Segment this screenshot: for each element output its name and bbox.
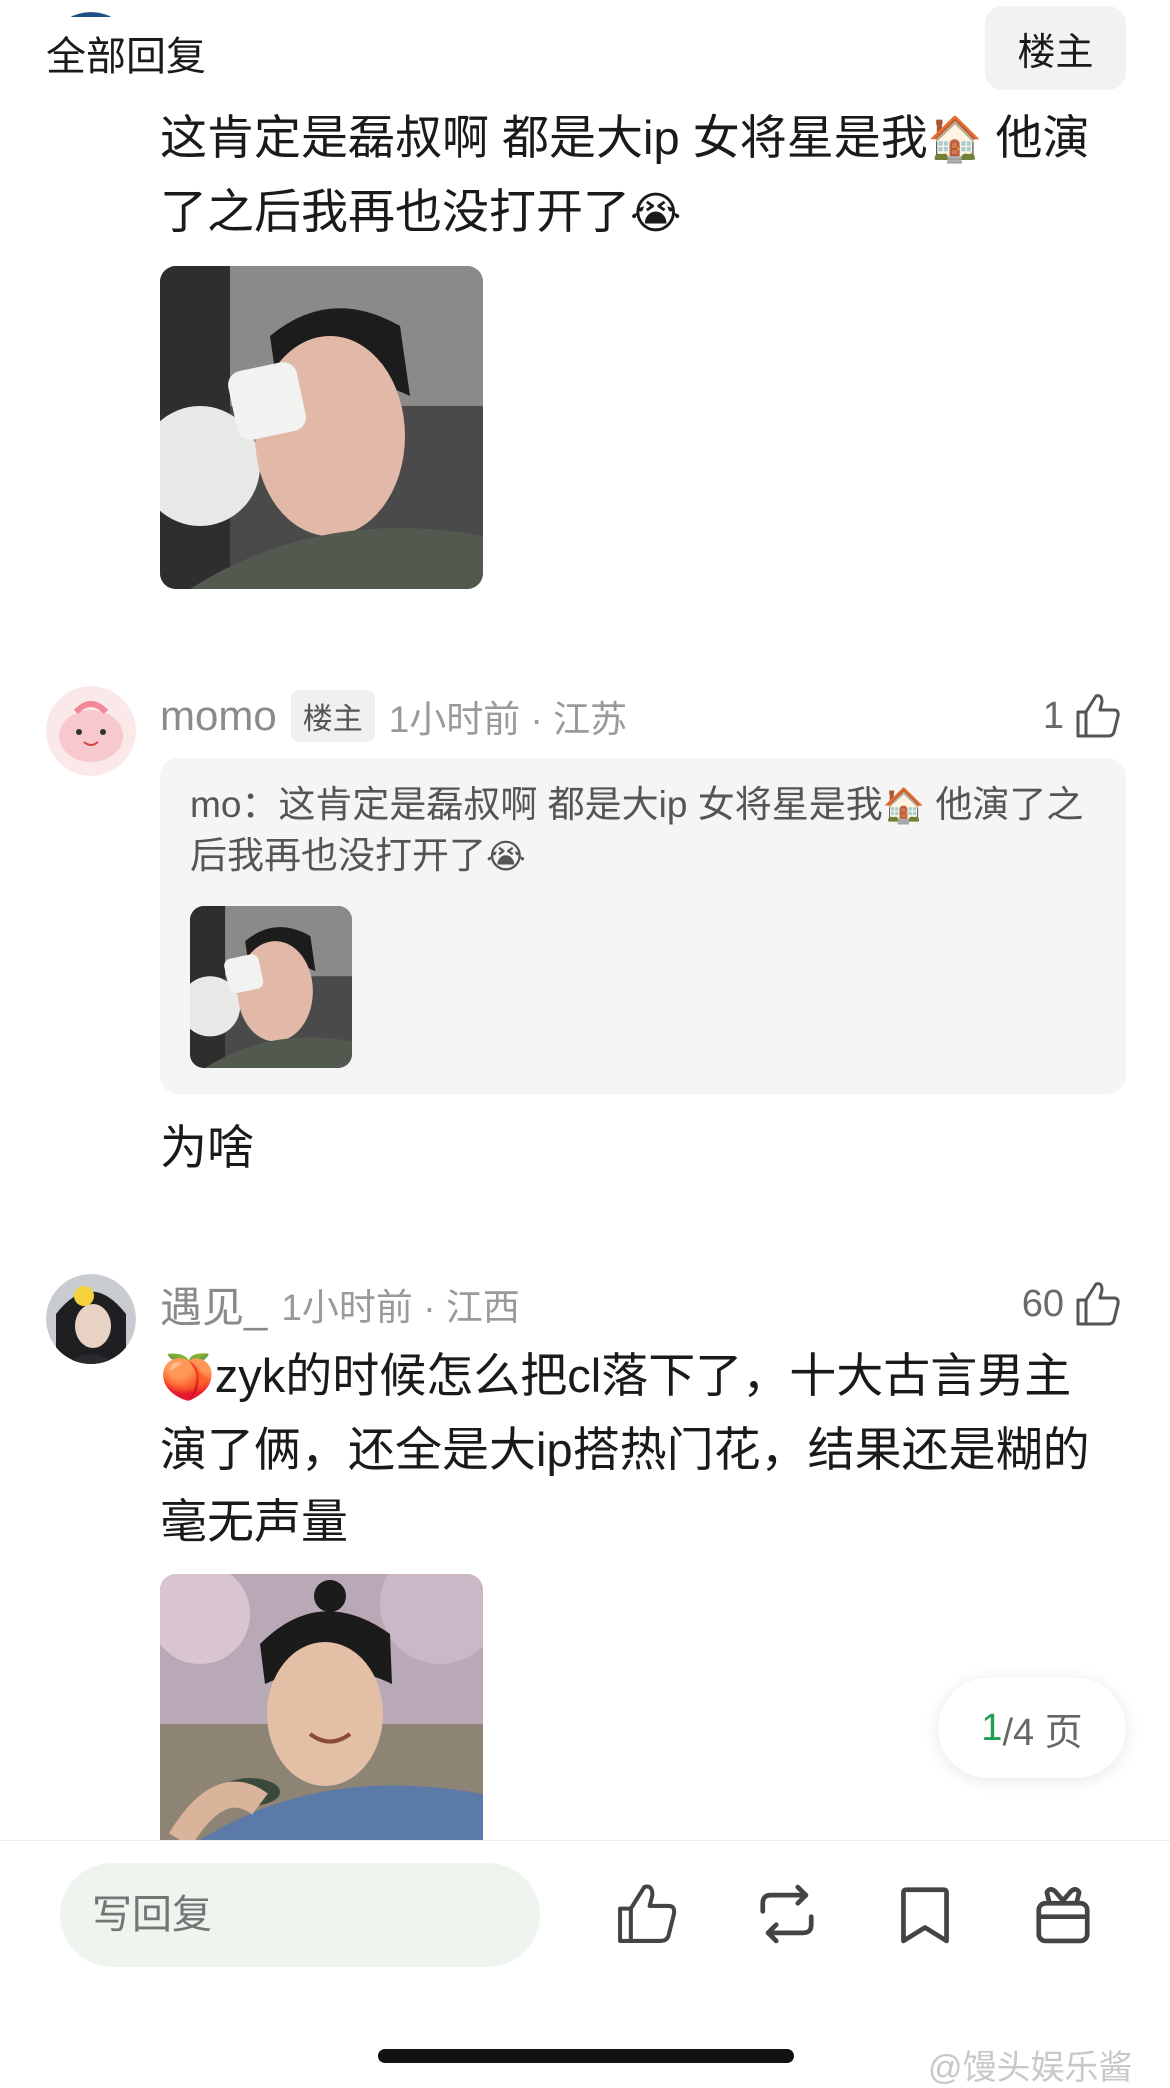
peach-emoji: 🍑 — [160, 1352, 215, 1403]
avatar[interactable] — [46, 686, 136, 776]
thumbs-up-icon — [1076, 1282, 1120, 1326]
watermark: @馒头娱乐酱 — [928, 2049, 1133, 2087]
crying-emoji: 😭 — [630, 188, 682, 239]
like-button[interactable]: 1 — [1043, 686, 1124, 746]
page-total: /4 页 — [1002, 1711, 1083, 1754]
current-page: 1 — [981, 1706, 1003, 1749]
comment-meta: 遇见_ 1小时前 · 江西 — [160, 1274, 520, 1334]
house-emoji: 🏠 — [927, 114, 983, 165]
like-button[interactable]: 60 — [1022, 1274, 1124, 1334]
like-count: 1 — [1042, 694, 1064, 737]
comment-meta: momo 楼主 1小时前 · 江苏 — [160, 686, 627, 746]
comment-text: 这肯定是磊叔啊 都是大ip 女将星是我🏠 他演了之后我再也没打开了😭 — [160, 111, 1090, 239]
header: 全部回复 楼主 — [0, 0, 1170, 100]
time-location: 1小时前 · 江苏 — [388, 699, 628, 740]
comment-text: 为啥 — [160, 1121, 254, 1174]
username[interactable]: 遇见_ — [160, 1274, 267, 1335]
comment-text: 🍑zyk的时候怎么把cl落下了，十大古言男主演了俩，还全是大ip搭热门花，结果还… — [160, 1349, 1090, 1548]
op-badge: 楼主 — [290, 690, 375, 742]
gift-button[interactable] — [1028, 1879, 1098, 1949]
like-post-button[interactable] — [612, 1879, 682, 1949]
thumbs-up-icon — [1076, 694, 1120, 738]
quoted-image[interactable] — [190, 906, 352, 1068]
repost-icon — [760, 1884, 814, 1944]
like-count: 60 — [1021, 1282, 1064, 1325]
thumbs-up-icon — [618, 1884, 677, 1943]
repost-button[interactable] — [752, 1879, 822, 1949]
quoted-reply[interactable]: mo：这肯定是磊叔啊 都是大ip 女将星是我🏠 他演了之后我再也没打开了😭 — [160, 758, 1126, 1094]
reply-input[interactable] — [60, 1863, 540, 1967]
time-location: 1小时前 · 江西 — [281, 1287, 520, 1328]
bookmark-icon — [901, 1887, 949, 1944]
comment-image[interactable] — [160, 1574, 483, 1840]
gift-icon — [1036, 1887, 1090, 1944]
home-indicator[interactable] — [378, 2049, 794, 2063]
op-only-filter-button[interactable]: 楼主 — [985, 6, 1126, 90]
page-title: 全部回复 — [46, 35, 206, 79]
comment-image[interactable] — [160, 266, 483, 589]
quoted-text: mo：这肯定是磊叔啊 都是大ip 女将星是我🏠 他演了之后我再也没打开了😭 — [190, 784, 1084, 877]
house-emoji: 🏠 — [882, 786, 926, 826]
username[interactable]: momo — [160, 692, 277, 740]
bookmark-button[interactable] — [890, 1879, 960, 1949]
page-indicator[interactable]: 1/4 页 — [938, 1678, 1126, 1778]
avatar[interactable] — [46, 1274, 136, 1364]
crying-emoji: 😭 — [486, 837, 526, 877]
